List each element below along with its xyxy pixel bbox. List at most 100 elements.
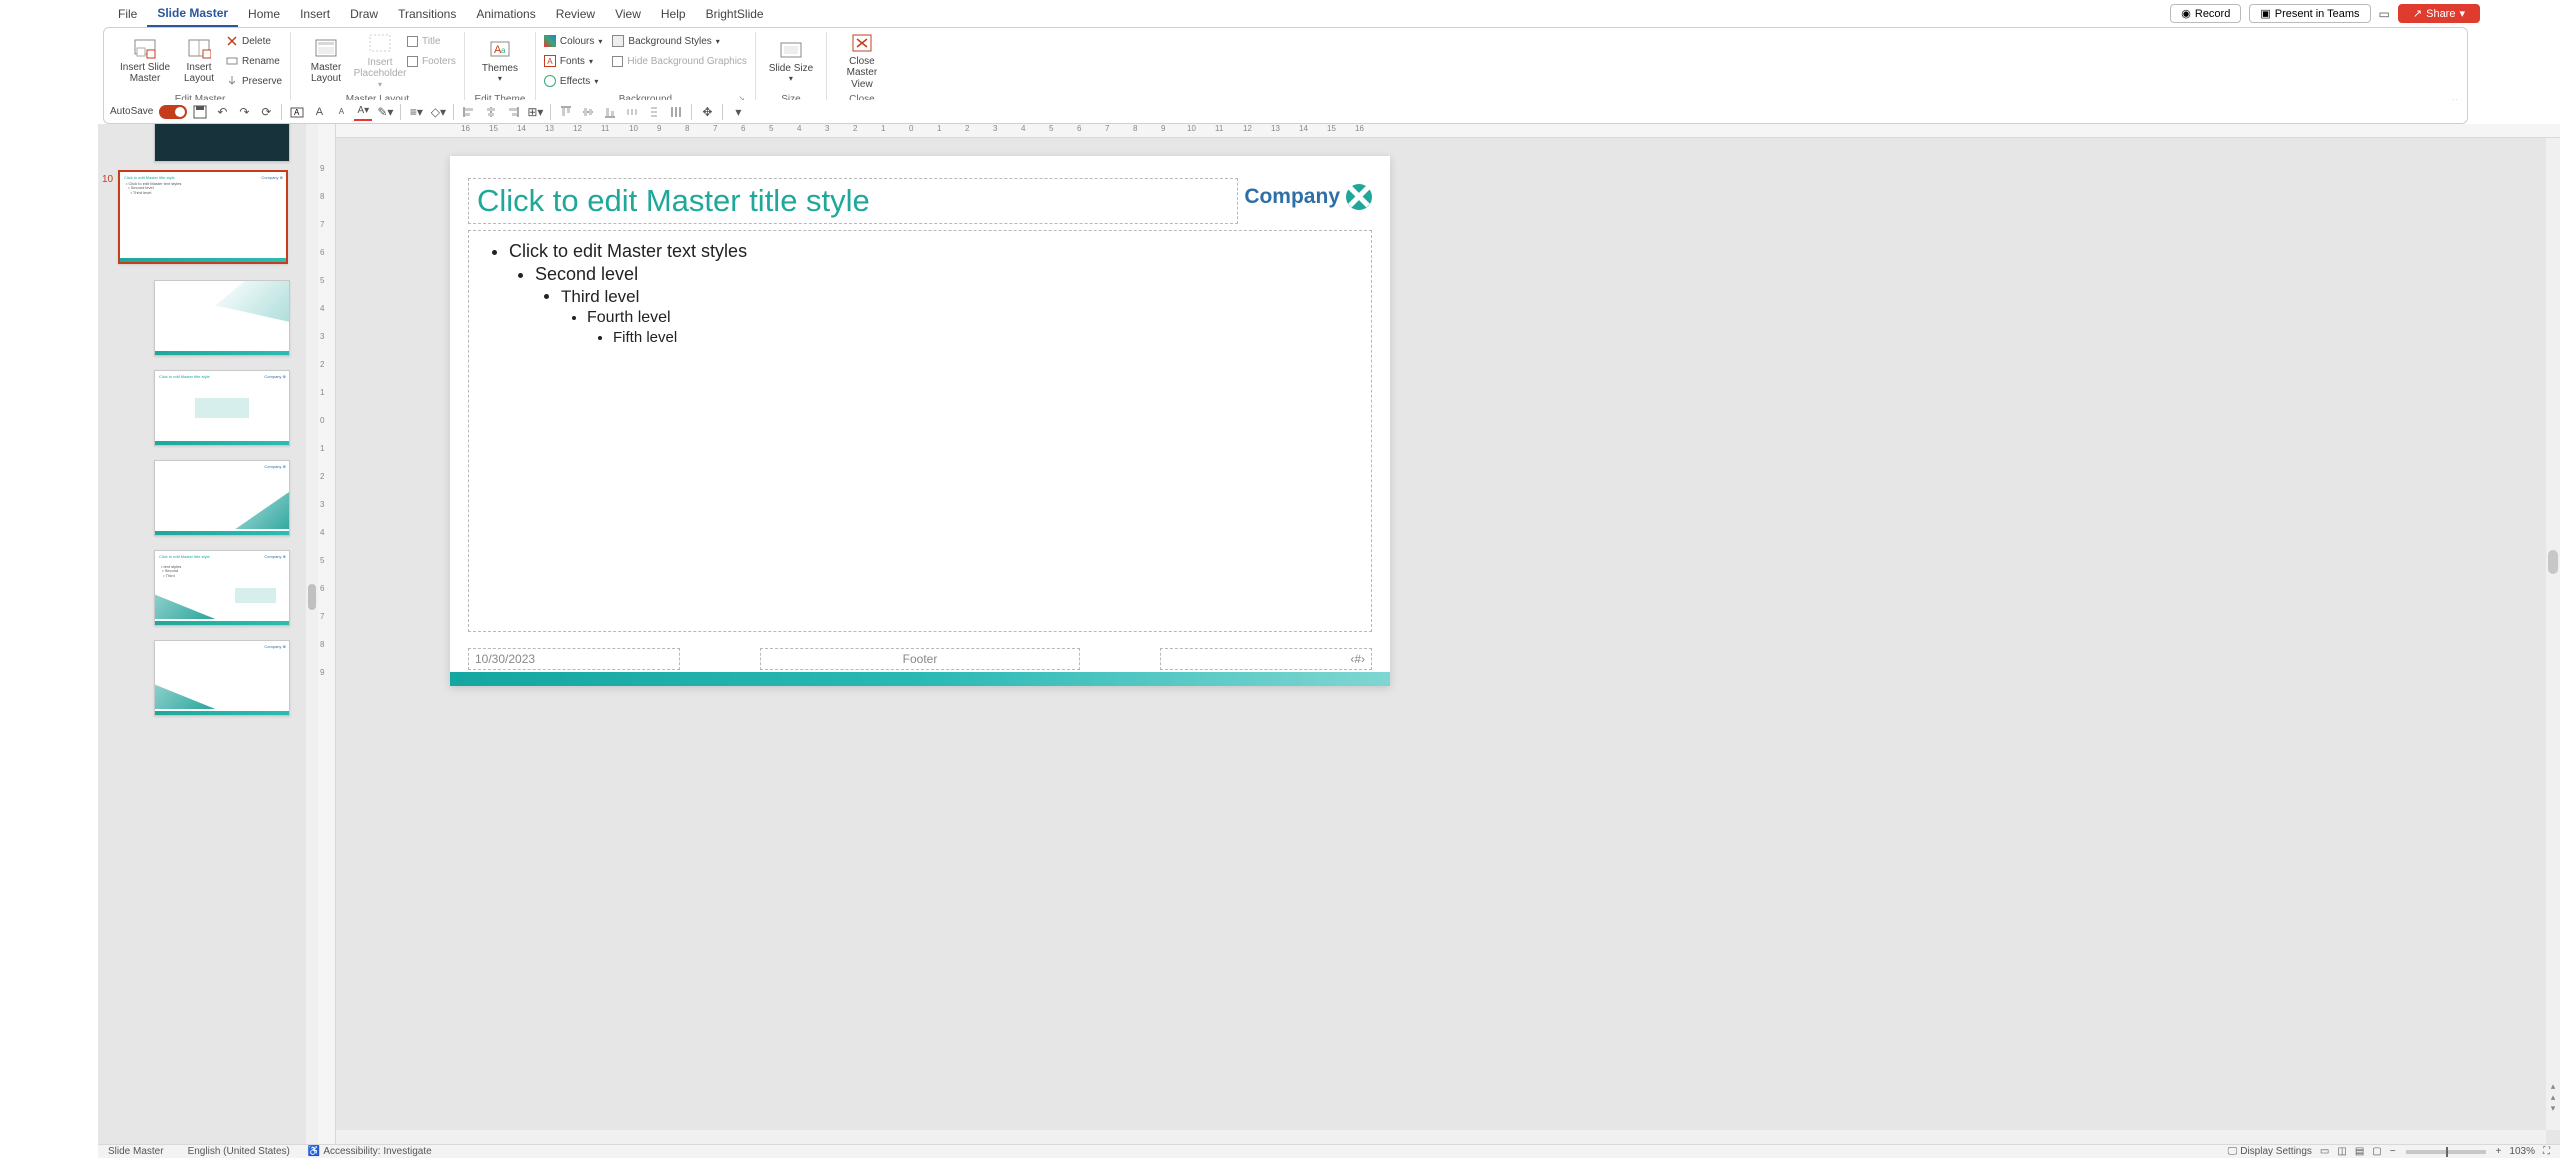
tab-slide-master[interactable]: Slide Master xyxy=(147,0,238,27)
checkbox-icon xyxy=(407,56,418,67)
display-settings-button[interactable]: 🖵 Display Settings xyxy=(2228,1146,2312,1157)
repeat-button[interactable]: ⟳ xyxy=(257,103,275,121)
fit-to-window-button[interactable]: ⛶ xyxy=(2543,1146,2550,1157)
qat-more-button[interactable]: ▾ xyxy=(729,103,747,121)
tab-transitions[interactable]: Transitions xyxy=(388,0,466,27)
status-bar: Slide Master English (United States) ♿ A… xyxy=(98,1144,2560,1158)
title-placeholder[interactable]: Click to edit Master title style xyxy=(468,178,1238,224)
layout-thumbnail[interactable]: Click to edit Master title style Company… xyxy=(154,550,290,626)
chevron-down-icon: ▾ xyxy=(594,77,598,86)
font-color-button[interactable]: A▾ xyxy=(354,103,372,121)
align-objects-center-button[interactable] xyxy=(482,103,500,121)
date-placeholder[interactable]: 10/30/2023 xyxy=(468,648,680,670)
autosave-toggle[interactable] xyxy=(159,105,187,119)
tab-help[interactable]: Help xyxy=(651,0,696,27)
tab-draw[interactable]: Draw xyxy=(340,0,388,27)
format-painter-button[interactable]: ✥ xyxy=(698,103,716,121)
increase-font-button[interactable]: A xyxy=(310,103,328,121)
hide-bg-checkbox[interactable]: Hide Background Graphics xyxy=(612,52,747,70)
normal-view-button[interactable]: ▭ xyxy=(2320,1146,2329,1157)
master-slide[interactable]: Click to edit Master title style Company… xyxy=(450,156,1390,686)
layout-thumbnail[interactable] xyxy=(154,124,290,162)
background-styles-button[interactable]: Background Styles ▾ xyxy=(612,32,747,50)
reading-view-button[interactable]: ▤ xyxy=(2355,1146,2364,1157)
delete-button[interactable]: Delete xyxy=(226,32,282,50)
master-thumbnail-selected[interactable]: Click to edit Master title style Company… xyxy=(118,170,288,264)
share-button[interactable]: ↗ Share ▾ xyxy=(2398,4,2480,23)
chevron-down-icon: ▾ xyxy=(716,37,720,46)
slideshow-button[interactable]: ▢ xyxy=(2372,1146,2381,1157)
effects-button[interactable]: Effects ▾ xyxy=(544,72,602,90)
record-icon: ◉ xyxy=(2181,7,2191,20)
footer-placeholder[interactable]: Footer xyxy=(760,648,1080,670)
next-slide-button[interactable]: ▾ xyxy=(2546,1103,2560,1114)
zoom-level[interactable]: 103% xyxy=(2509,1146,2535,1157)
layout-thumbnail[interactable] xyxy=(154,280,290,356)
camera-icon[interactable]: ▭ xyxy=(2379,7,2390,21)
group-close: Close Master View Close xyxy=(827,32,897,109)
tab-review[interactable]: Review xyxy=(546,0,605,27)
redo-button[interactable]: ↷ xyxy=(235,103,253,121)
insert-placeholder-icon xyxy=(368,33,392,55)
themes-button[interactable]: Aa Themes ▾ xyxy=(473,32,527,90)
footers-checkbox[interactable]: Footers xyxy=(407,52,456,70)
content-placeholder[interactable]: Click to edit Master text styles Second … xyxy=(468,230,1372,632)
svg-text:a: a xyxy=(501,46,506,55)
accessibility-button[interactable]: ♿ Accessibility: Investigate xyxy=(308,1146,432,1157)
eyedropper-button[interactable]: ✎▾ xyxy=(376,103,394,121)
tab-home[interactable]: Home xyxy=(238,0,290,27)
record-button[interactable]: ◉ Record xyxy=(2170,4,2241,23)
distribute-horizontal-button[interactable] xyxy=(623,103,641,121)
colours-button[interactable]: Colours ▾ xyxy=(544,32,602,50)
master-layout-button[interactable]: Master Layout xyxy=(299,32,353,90)
slide-size-button[interactable]: Slide Size ▾ xyxy=(764,32,818,90)
thumbnail-scrollbar[interactable] xyxy=(306,124,318,1144)
zoom-in-button[interactable]: + xyxy=(2496,1146,2502,1157)
insert-placeholder-button[interactable]: Insert Placeholder ▾ xyxy=(353,32,407,90)
align-bottom-button[interactable] xyxy=(601,103,619,121)
align-objects-left-button[interactable] xyxy=(460,103,478,121)
layout-thumbnail[interactable]: Company ⊗ xyxy=(154,640,290,716)
group-size: Slide Size ▾ Size xyxy=(756,32,827,109)
slide-sorter-button[interactable]: ◫ xyxy=(2337,1146,2346,1157)
fonts-button[interactable]: A Fonts ▾ xyxy=(544,52,602,70)
status-language[interactable]: English (United States) xyxy=(188,1146,290,1157)
zoom-out-button[interactable]: − xyxy=(2390,1146,2396,1157)
align-middle-button[interactable] xyxy=(579,103,597,121)
canvas-vertical-scrollbar[interactable] xyxy=(2546,138,2560,1130)
group-button[interactable]: ⊞▾ xyxy=(526,103,544,121)
layout-thumbnail[interactable]: Company ⊗ xyxy=(154,460,290,536)
tab-file[interactable]: File xyxy=(108,0,147,27)
rename-button[interactable]: Rename xyxy=(226,52,282,70)
tab-animations[interactable]: Animations xyxy=(466,0,545,27)
tab-brightslide[interactable]: BrightSlide xyxy=(696,0,774,27)
present-in-teams-button[interactable]: ▣ Present in Teams xyxy=(2249,4,2370,23)
chevron-down-icon: ▾ xyxy=(498,74,502,83)
insert-layout-button[interactable]: Insert Layout xyxy=(172,32,226,90)
align-top-button[interactable] xyxy=(557,103,575,121)
insert-slide-master-button[interactable]: Insert Slide Master xyxy=(118,32,172,90)
close-master-view-button[interactable]: Close Master View xyxy=(835,32,889,90)
preserve-button[interactable]: Preserve xyxy=(226,72,282,90)
zoom-slider[interactable] xyxy=(2406,1150,2486,1154)
scrollbar-handle[interactable] xyxy=(2548,550,2558,574)
shape-fill-button[interactable]: ◇▾ xyxy=(429,103,447,121)
align-objects-right-button[interactable] xyxy=(504,103,522,121)
distribute-cols-button[interactable] xyxy=(667,103,685,121)
save-button[interactable] xyxy=(191,103,209,121)
scroll-up-icon[interactable]: ▴ xyxy=(2546,1081,2560,1092)
undo-button[interactable]: ↶ xyxy=(213,103,231,121)
tab-insert[interactable]: Insert xyxy=(290,0,340,27)
slide-number-placeholder[interactable]: ‹#› xyxy=(1160,648,1372,670)
align-left-button[interactable]: ≡▾ xyxy=(407,103,425,121)
decrease-font-button[interactable]: A xyxy=(332,103,350,121)
tab-view[interactable]: View xyxy=(605,0,651,27)
scrollbar-handle[interactable] xyxy=(308,584,316,610)
status-view[interactable]: Slide Master xyxy=(108,1146,164,1157)
canvas-horizontal-scrollbar[interactable] xyxy=(336,1130,2546,1144)
prev-slide-button[interactable]: ▴ xyxy=(2546,1092,2560,1103)
distribute-vertical-button[interactable] xyxy=(645,103,663,121)
layout-thumbnail[interactable]: Click to edit Master title style Company… xyxy=(154,370,290,446)
text-box-button[interactable]: A xyxy=(288,103,306,121)
title-checkbox[interactable]: Title xyxy=(407,32,456,50)
